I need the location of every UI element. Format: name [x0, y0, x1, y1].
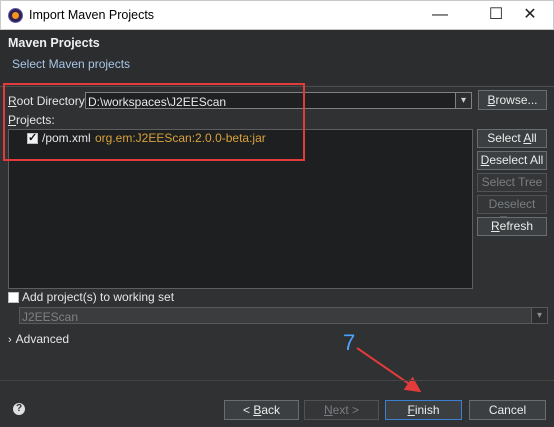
deselect-tree-button[interactable]: Deselect Tree — [477, 195, 547, 228]
chevron-down-icon[interactable]: ▾ — [455, 93, 471, 108]
working-set-combo[interactable]: J2EEScan ▾ — [19, 307, 548, 324]
advanced-label: Advanced — [15, 332, 70, 346]
annotation-step-number: 7 — [343, 330, 356, 355]
minimize-button[interactable]: — — [417, 1, 463, 29]
window-title: Import Maven Projects — [29, 8, 155, 22]
root-directory-combo[interactable]: D:\workspaces\J2EEScan ▾ — [85, 92, 472, 109]
root-directory-value: D:\workspaces\J2EEScan — [88, 95, 227, 109]
chevron-right-icon: › — [8, 334, 12, 346]
next-button[interactable]: Next > — [304, 400, 379, 420]
chevron-down-icon[interactable]: ▾ — [531, 308, 547, 323]
header-separator — [0, 86, 554, 87]
select-tree-button[interactable]: Select Tree — [477, 173, 547, 192]
refresh-button[interactable]: Refresh — [477, 217, 547, 236]
eclipse-app-icon — [8, 8, 23, 23]
advanced-toggle[interactable]: › Advanced — [8, 332, 69, 346]
working-set-checkbox[interactable] — [8, 292, 19, 303]
finish-button[interactable]: Finish — [385, 400, 462, 420]
wizard-title: Maven Projects — [8, 36, 100, 50]
help-icon[interactable]: ? — [13, 403, 25, 415]
cancel-button[interactable]: Cancel — [469, 400, 546, 420]
footer-separator — [0, 380, 554, 381]
projects-label: Projects: — [8, 113, 55, 127]
project-coordinates: org.em:J2EEScan:2.0.0-beta:jar — [95, 131, 266, 145]
root-directory-label: Root Directory: — [8, 94, 89, 108]
annotation-arrow — [356, 347, 422, 393]
wizard-header: Maven Projects Select Maven projects — [0, 30, 554, 85]
wizard-subtitle: Select Maven projects — [12, 57, 131, 71]
project-checkbox[interactable] — [27, 131, 38, 144]
list-item[interactable]: /pom.xml org.em:J2EEScan:2.0.0-beta:jar — [9, 130, 472, 148]
working-set-label: Add project(s) to working set — [22, 290, 175, 304]
title-bar: Import Maven Projects — ☐ ✕ — [0, 0, 554, 30]
back-button[interactable]: < Back — [224, 400, 299, 420]
project-name: /pom.xml — [42, 131, 91, 145]
select-all-button[interactable]: Select All — [477, 129, 547, 148]
browse-button[interactable]: Browse... — [478, 90, 547, 110]
deselect-all-button[interactable]: Deselect All — [477, 151, 547, 170]
close-button[interactable]: ✕ — [507, 1, 553, 29]
working-set-value: J2EEScan — [22, 310, 79, 324]
projects-tree[interactable]: /pom.xml org.em:J2EEScan:2.0.0-beta:jar — [8, 129, 473, 289]
